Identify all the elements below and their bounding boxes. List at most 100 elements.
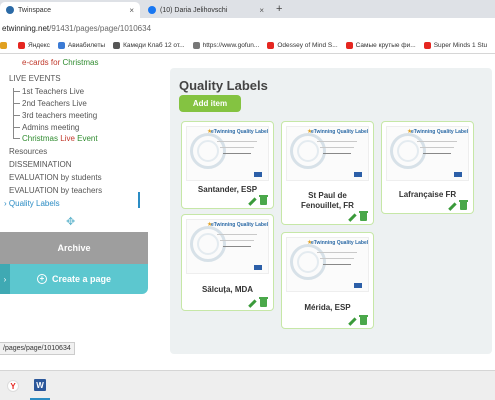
certificate-thumbnail[interactable]: ★ eTwinning Quality Label: [286, 237, 369, 292]
eu-flag-icon: [454, 172, 462, 177]
card-title: Lafrançaise FR: [398, 190, 457, 199]
text-line: [320, 147, 354, 148]
sidebar: e-cards for Christmas LIVE EVENTS 1st Te…: [0, 54, 148, 294]
tab-facebook[interactable]: (10) Daria Jelihovschi ×: [142, 2, 270, 18]
sidebar-item-3rd-teachers-meeting[interactable]: 3rd teachers meeting: [22, 111, 97, 120]
word-icon[interactable]: W: [34, 379, 46, 391]
quality-label-card[interactable]: ★ eTwinning Quality Label St Paul de Feno…: [281, 121, 374, 225]
youtube-icon: [267, 42, 275, 49]
status-url: /pages/page/1010634: [0, 342, 75, 355]
text-line: [323, 153, 351, 154]
text-line: [220, 240, 254, 241]
facebook-icon: [148, 6, 156, 14]
text-line: [217, 234, 257, 235]
trash-icon[interactable]: [259, 195, 268, 205]
quality-label-card[interactable]: ★ eTwinning Quality Label Mérida, ESP: [281, 232, 374, 329]
edit-icon[interactable]: [248, 299, 256, 307]
card-title: Mérida, ESP: [304, 303, 351, 312]
bookmark-avia[interactable]: Авиабилеты: [57, 42, 105, 49]
bookmark-yandex[interactable]: Яндекс: [18, 42, 50, 49]
swirl-decoration: [297, 140, 319, 162]
tree-tick: [13, 138, 20, 139]
page-title: Quality Labels: [179, 78, 268, 93]
bookmark-films[interactable]: Самые крутые фи...: [345, 42, 416, 49]
text-line: [420, 147, 454, 148]
youtube-icon: [423, 42, 431, 49]
youtube-icon: [345, 42, 353, 49]
text-line: [223, 153, 251, 154]
trash-icon[interactable]: [259, 297, 268, 307]
certificate-thumbnail[interactable]: ★ eTwinning Quality Label: [286, 126, 369, 181]
card-actions: [248, 297, 268, 307]
new-tab-button[interactable]: +: [276, 3, 282, 15]
yandex-icon[interactable]: Y: [7, 380, 19, 392]
bookmarks-bar: Яндекс Авиабилеты Камеди Клаб 12 от... h…: [0, 38, 495, 54]
address-bar[interactable]: etwinning.net/91431/pages/page/1010634: [0, 18, 495, 38]
quality-label-card[interactable]: ★ eTwinning Quality Label Lafrançaise FR: [381, 121, 474, 214]
text-line: [317, 252, 357, 253]
tree-tick: [13, 115, 20, 116]
swirl-decoration: [197, 233, 219, 255]
sidebar-collapse-button[interactable]: ›: [0, 264, 10, 294]
tree-tick: [13, 91, 20, 92]
sidebar-item-evaluation-teachers[interactable]: EVALUATION by teachers: [9, 186, 102, 195]
card-actions: [248, 195, 268, 205]
sidebar-item-1st-teachers-live[interactable]: 1st Teachers Live: [22, 87, 84, 96]
text-line: [217, 141, 257, 142]
trash-icon[interactable]: [359, 211, 368, 221]
sidebar-item-admins-meeting[interactable]: Admins meeting: [22, 123, 79, 132]
quality-label-card[interactable]: ★ eTwinning Quality Label Sălcuța, MDA: [181, 214, 274, 311]
edit-icon[interactable]: [448, 202, 456, 210]
app-icon: [0, 42, 7, 49]
swirl-decoration: [197, 140, 219, 162]
tab-twinspace[interactable]: Twinspace ×: [0, 2, 140, 18]
address-domain: etwinning.net: [2, 23, 50, 33]
tree-tick: [13, 103, 20, 104]
sidebar-item-2nd-teachers-live[interactable]: 2nd Teachers Live: [22, 99, 87, 108]
move-icon[interactable]: ✥: [66, 215, 75, 228]
close-icon[interactable]: ×: [259, 6, 264, 15]
edit-icon[interactable]: [248, 197, 256, 205]
sidebar-item-ecards[interactable]: e-cards for Christmas: [22, 58, 98, 67]
sidebar-item-evaluation-students[interactable]: EVALUATION by students: [9, 173, 102, 182]
text-line: [220, 147, 254, 148]
edit-icon[interactable]: [348, 213, 356, 221]
create-page-button[interactable]: + Create a page: [0, 264, 148, 294]
certificate-heading: eTwinning Quality Label: [211, 129, 269, 135]
bookmark-gofun[interactable]: https://www.gofun...: [192, 42, 259, 49]
add-item-button[interactable]: Add item: [179, 95, 241, 112]
tree-tick: [13, 127, 20, 128]
taskbar: Y W: [0, 370, 495, 400]
trash-icon[interactable]: [459, 200, 468, 210]
bookmark-superminds[interactable]: Super Minds 1 Stu: [423, 42, 487, 49]
text-line: [423, 153, 451, 154]
bookmark-apps[interactable]: [0, 42, 10, 49]
certificate-thumbnail[interactable]: ★ eTwinning Quality Label: [186, 219, 269, 274]
active-indicator: [138, 192, 140, 208]
archive-button[interactable]: Archive: [0, 232, 148, 264]
swirl-decoration: [297, 251, 319, 273]
plane-icon: [57, 42, 65, 49]
sidebar-item-quality-labels[interactable]: › Quality Labels: [4, 199, 60, 208]
eu-flag-icon: [254, 172, 262, 177]
close-icon[interactable]: ×: [129, 6, 134, 15]
sidebar-item-dissemination[interactable]: DISSEMINATION: [9, 160, 72, 169]
quality-label-card[interactable]: ★ eTwinning Quality Label Santander, ESP: [181, 121, 274, 209]
bookmark-odessey[interactable]: Odessey of Mind S...: [267, 42, 338, 49]
eu-flag-icon: [354, 172, 362, 177]
certificate-thumbnail[interactable]: ★ eTwinning Quality Label: [386, 126, 469, 181]
certificate-heading: eTwinning Quality Label: [211, 222, 269, 228]
sidebar-item-resources[interactable]: Resources: [9, 147, 47, 156]
trash-icon[interactable]: [359, 315, 368, 325]
bookmark-comedy[interactable]: Камеди Клаб 12 от...: [113, 42, 185, 49]
sidebar-item-live-events[interactable]: LIVE EVENTS: [9, 74, 61, 83]
yandex-icon: [18, 42, 25, 49]
card-title: Santander, ESP: [197, 185, 258, 194]
edit-icon[interactable]: [348, 317, 356, 325]
certificate-thumbnail[interactable]: ★ eTwinning Quality Label: [186, 126, 269, 181]
text-line: [417, 141, 457, 142]
card-title: St Paul de Fenouillet, FR: [301, 191, 354, 210]
chevron-right-icon: ›: [4, 199, 7, 208]
twinspace-icon: [6, 6, 14, 14]
sidebar-item-christmas-live-event[interactable]: Christmas Live Event: [22, 134, 98, 143]
